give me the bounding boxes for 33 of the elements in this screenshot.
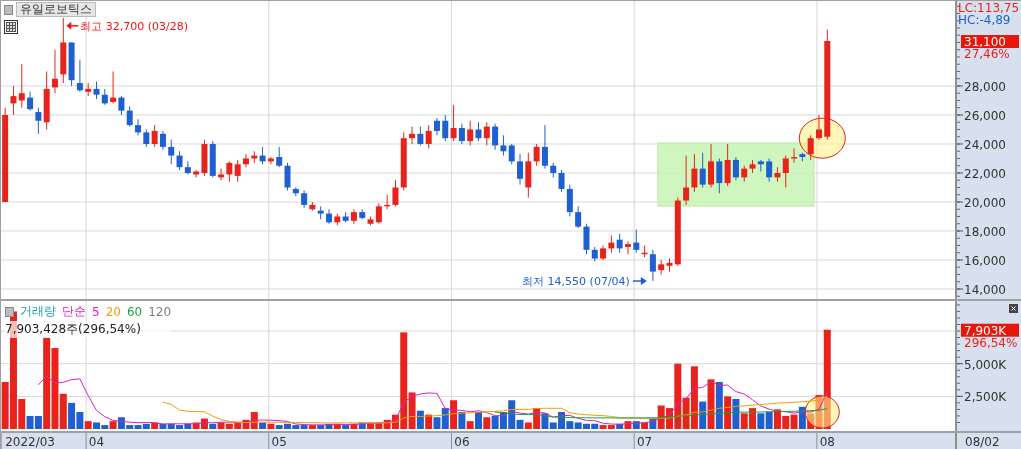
- current-price-tag: 31,100: [961, 35, 1019, 49]
- current-volume-tag: 7,903K: [961, 323, 1019, 338]
- indicator-value: HC:-4,89: [958, 13, 1011, 27]
- legend-title: 거래량: [20, 303, 56, 320]
- axis-label: 24,000: [964, 138, 1006, 152]
- axis-label: 5,000K: [964, 357, 1007, 372]
- date-label: 08/02: [965, 434, 1000, 449]
- axis-label: 22,000: [964, 167, 1006, 181]
- legend-period: 60: [126, 304, 143, 319]
- legend-period: 5: [92, 304, 100, 319]
- indicator-value: LC:113,75: [958, 1, 1020, 15]
- date-label: 04: [88, 435, 105, 449]
- axis-label: 18,000: [964, 225, 1006, 239]
- volume-ratio: 296,54%: [964, 335, 1018, 350]
- high-price-label: 최고 32,700 (03/28): [80, 19, 189, 33]
- change-rate: 27,46%: [964, 47, 1010, 61]
- legend-method: 단순: [62, 303, 86, 320]
- axis-label: 2,500K: [964, 390, 1007, 405]
- date-label: 06: [454, 435, 470, 449]
- axis-label: 14,000: [964, 283, 1006, 297]
- date-label: 08: [819, 435, 835, 449]
- legend-period: 20: [105, 304, 121, 319]
- axis-label: 16,000: [964, 254, 1006, 268]
- stock-name: 유일로보틱스: [16, 2, 96, 17]
- date-label: 05: [271, 435, 287, 449]
- volume-summary: 7,903,428주(296,54%): [5, 321, 172, 338]
- date-label: 07: [636, 435, 653, 449]
- low-price-label: 최저 14,550 (07/04): [522, 275, 630, 288]
- date-label: 2022/03: [5, 435, 55, 449]
- axis-label: 28,000: [964, 80, 1006, 94]
- axis-label: 26,000: [964, 109, 1006, 123]
- legend-period: 120: [148, 304, 172, 319]
- axis-label: 20,000: [964, 196, 1006, 210]
